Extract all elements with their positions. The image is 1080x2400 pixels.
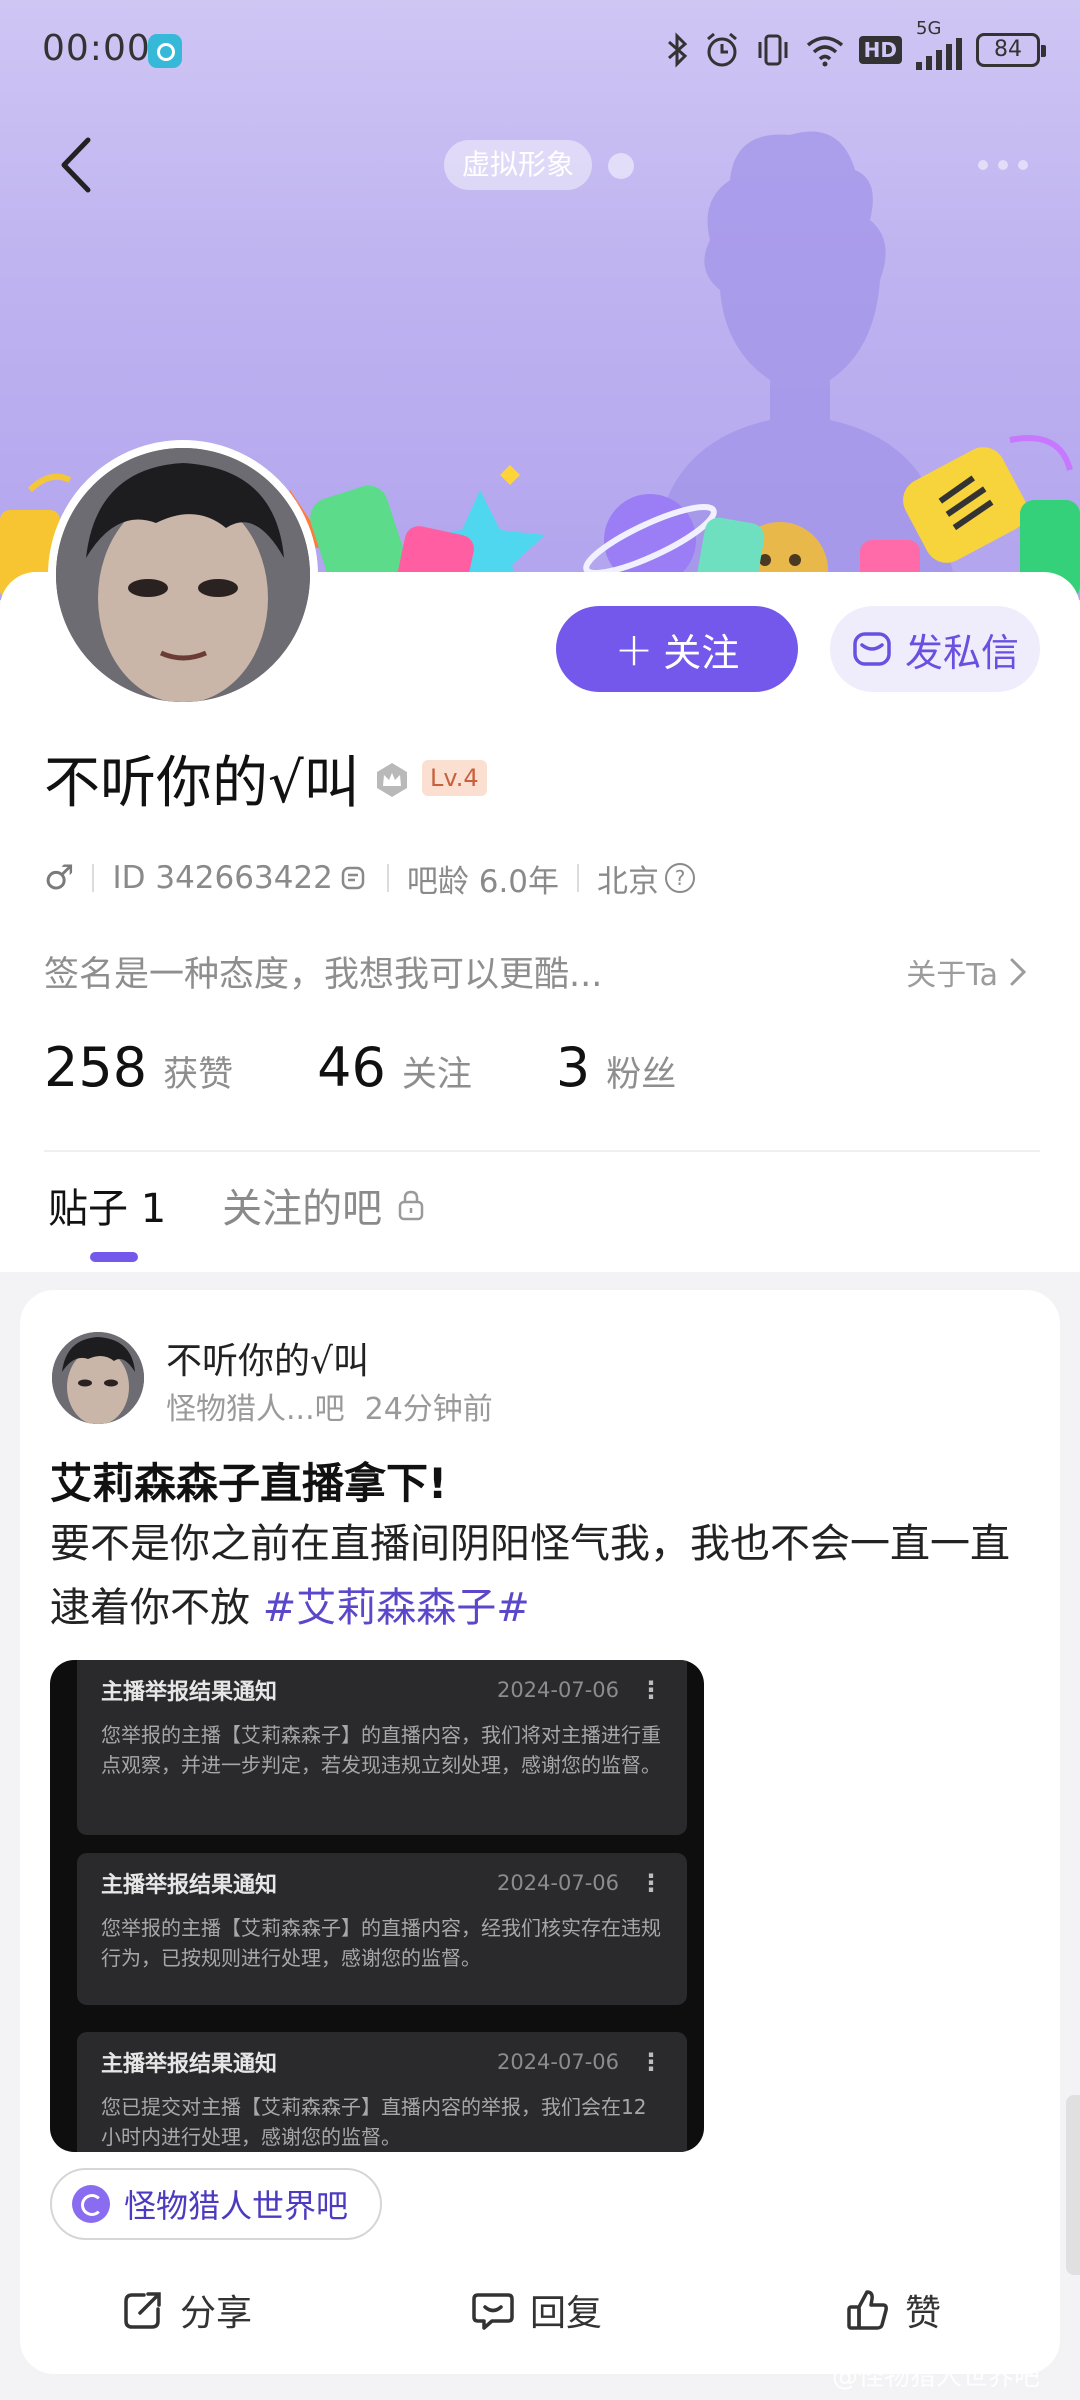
avatar-photo bbox=[52, 1332, 144, 1424]
tab-posts[interactable]: 贴子 1 bbox=[48, 1176, 166, 1234]
gender-icon: ♂ bbox=[44, 858, 75, 898]
post-forum[interactable]: 怪物猎人...吧 bbox=[166, 1384, 345, 1428]
post-image[interactable]: 主播举报结果通知 2024-07-06 ⋮ 您举报的主播【艾莉森森子】的直播内容，… bbox=[50, 1660, 704, 2152]
plus-icon: + bbox=[614, 622, 654, 676]
status-icons: HD 5G 84 bbox=[665, 18, 1046, 74]
location: 北京 bbox=[597, 863, 660, 900]
notice-text: 您已提交对主播【艾莉森森子】直播内容的举报，我们会在12小时内进行处理，感谢您的… bbox=[101, 2095, 647, 2149]
notice-card: 主播举报结果通知 2024-07-06 ⋮ 您举报的主播【艾莉森森子】的直播内容，… bbox=[77, 1660, 687, 1835]
level-badge: Lv.4 bbox=[422, 760, 487, 796]
stat-number: 258 bbox=[44, 1036, 148, 1099]
profile-stats: 258 获赞 46 关注 3 粉丝 bbox=[44, 1036, 760, 1099]
active-tab-indicator bbox=[90, 1252, 138, 1262]
back-arrow-icon[interactable] bbox=[48, 130, 108, 200]
notice-date: 2024-07-06 bbox=[496, 1678, 619, 1702]
about-label: 关于Ta bbox=[906, 958, 998, 993]
bar-age: 吧龄 6.0年 bbox=[406, 863, 560, 900]
message-label: 发私信 bbox=[904, 630, 1019, 675]
user-id[interactable]: ID 342663422 bbox=[112, 860, 332, 896]
kebab-icon: ⋮ bbox=[639, 1676, 663, 1704]
battery-icon: 84 bbox=[976, 33, 1046, 67]
message-icon bbox=[853, 632, 891, 666]
post-author-name[interactable]: 不听你的√叫 bbox=[166, 1332, 369, 1384]
reply-button[interactable]: 回复 bbox=[470, 2270, 602, 2350]
share-label: 分享 bbox=[180, 2293, 253, 2334]
virtual-avatar-button[interactable]: 虚拟形象 bbox=[444, 140, 593, 190]
post-card[interactable]: 不听你的√叫 怪物猎人...吧 24分钟前 艾莉森森子直播拿下! 要不是你之前在… bbox=[20, 1290, 1060, 2374]
post-hashtag[interactable]: #艾莉森森子# bbox=[263, 1585, 530, 1631]
kebab-icon: ⋮ bbox=[639, 2048, 663, 2076]
comment-icon bbox=[472, 2293, 514, 2330]
notice-title: 主播举报结果通知 bbox=[101, 1873, 278, 1898]
profile-signature: 签名是一种态度，我想我可以更酷... bbox=[44, 955, 603, 995]
like-button[interactable]: 赞 bbox=[845, 2270, 941, 2350]
notice-text: 您举报的主播【艾莉森森子】的直播内容，经我们核实存在违规行为，已按规则进行处理，… bbox=[101, 1916, 661, 1970]
notice-text: 您举报的主播【艾莉森森子】的直播内容，我们将对主播进行重点观察，并进一步判定，若… bbox=[101, 1723, 661, 1777]
post-body: 要不是你之前在直播间阴阳怪气我，我也不会一直一直逮着你不放 #艾莉森森子# bbox=[50, 1512, 1040, 1640]
bluetooth-icon bbox=[667, 32, 687, 68]
user-avatar[interactable] bbox=[48, 440, 318, 710]
app-notification-icon bbox=[148, 34, 182, 68]
forum-tag-label: 怪物猎人世界吧 bbox=[124, 2187, 349, 2225]
wifi-icon bbox=[806, 36, 843, 67]
post-actions: 分享 回复 赞 bbox=[20, 2270, 1060, 2350]
avatar-dot-icon bbox=[608, 153, 634, 179]
post-author-avatar[interactable] bbox=[52, 1332, 144, 1424]
stat-fans[interactable]: 3 粉丝 bbox=[556, 1036, 676, 1099]
notice-card: 主播举报结果通知 2024-07-06 ⋮ 您举报的主播【艾莉森森子】的直播内容，… bbox=[77, 1853, 687, 2005]
chevron-right-icon bbox=[1010, 958, 1027, 986]
like-label: 赞 bbox=[905, 2293, 942, 2334]
about-link[interactable]: 关于Ta bbox=[906, 950, 1028, 994]
hd-badge: HD bbox=[858, 36, 902, 64]
stat-label: 关注 bbox=[401, 1055, 472, 1095]
share-button[interactable]: 分享 bbox=[120, 2270, 252, 2350]
copy-id-icon[interactable] bbox=[337, 862, 369, 894]
stat-label: 获赞 bbox=[163, 1055, 234, 1095]
stat-label: 粉丝 bbox=[606, 1055, 677, 1095]
post-text: 要不是你之前在直播间阴阳怪气我，我也不会一直一直逮着你不放 bbox=[50, 1521, 1010, 1631]
vibrate-icon bbox=[758, 34, 788, 66]
watermark: @怪物猎人世界吧 bbox=[831, 2362, 1040, 2392]
follow-button[interactable]: + 关注 bbox=[556, 606, 798, 692]
notice-date: 2024-07-06 bbox=[496, 2050, 619, 2074]
private-message-button[interactable]: 发私信 bbox=[830, 606, 1040, 692]
notice-date: 2024-07-06 bbox=[496, 1871, 619, 1895]
network-label: 5G bbox=[916, 18, 942, 39]
profile-username: 不听你的√叫 bbox=[44, 751, 360, 816]
question-icon[interactable]: ? bbox=[665, 863, 696, 893]
more-options-icon[interactable] bbox=[978, 160, 1028, 170]
tab-label: 关注的吧 bbox=[222, 1186, 383, 1232]
signal-icon: 5G bbox=[916, 18, 962, 70]
alarm-icon bbox=[706, 32, 737, 67]
post-time: 24分钟前 bbox=[364, 1392, 493, 1427]
kebab-icon: ⋮ bbox=[639, 1869, 663, 1897]
notice-card: 主播举报结果通知 2024-07-06 ⋮ 您已提交对主播【艾莉森森子】直播内容的… bbox=[77, 2032, 687, 2152]
lock-icon bbox=[398, 1190, 424, 1221]
profile-tabs: 贴子 1 关注的吧 bbox=[48, 1176, 426, 1234]
stat-likes[interactable]: 258 获赞 bbox=[44, 1036, 233, 1099]
divider bbox=[44, 1150, 1040, 1152]
post-meta: 怪物猎人...吧 24分钟前 bbox=[166, 1384, 493, 1428]
follow-label: 关注 bbox=[663, 630, 740, 675]
tab-followed-bars[interactable]: 关注的吧 bbox=[222, 1176, 426, 1234]
crown-badge-icon bbox=[377, 763, 407, 797]
share-icon bbox=[124, 2292, 161, 2329]
stat-number: 3 bbox=[555, 1036, 591, 1099]
status-bar: 00:00 HD 5G 84 bbox=[0, 0, 1080, 100]
thumbs-up-icon bbox=[847, 2290, 888, 2330]
stat-following[interactable]: 46 关注 bbox=[317, 1036, 472, 1099]
notice-title: 主播举报结果通知 bbox=[101, 1680, 278, 1705]
post-title: 艾莉森森子直播拿下! bbox=[50, 1459, 448, 1508]
forum-tag-chip[interactable]: 怪物猎人世界吧 bbox=[50, 2168, 383, 2240]
notice-title: 主播举报结果通知 bbox=[101, 2052, 278, 2077]
reply-label: 回复 bbox=[530, 2293, 603, 2334]
forum-icon bbox=[72, 2185, 110, 2223]
profile-meta: ♂ ID 342663422 吧龄 6.0年 北京 ? bbox=[44, 858, 696, 900]
status-time: 00:00 bbox=[42, 28, 151, 69]
scroll-handle[interactable] bbox=[1066, 2095, 1080, 2275]
avatar-photo bbox=[56, 448, 310, 702]
stat-number: 46 bbox=[317, 1036, 386, 1099]
